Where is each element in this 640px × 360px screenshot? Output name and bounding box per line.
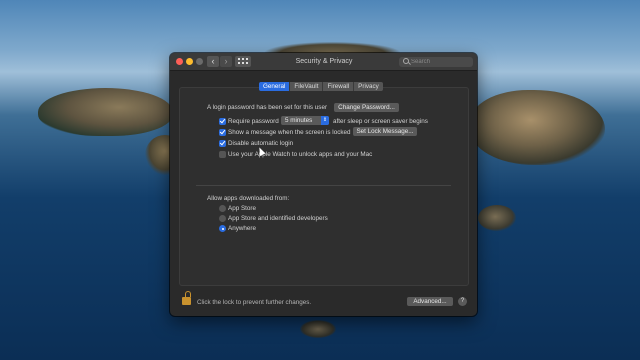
set-lock-message-button[interactable]: Set Lock Message... [353,127,417,136]
chevron-left-icon: ‹ [211,56,215,66]
disable-auto-login-checkbox[interactable] [219,140,226,147]
apple-watch-label: Use your Apple Watch to unlock apps and … [228,151,373,158]
wallpaper-island-left [38,88,173,136]
tab-bar: General FileVault Firewall Privacy [259,82,383,91]
security-privacy-window: ‹ › Security & Privacy General FileVault… [170,53,477,316]
radio-anywhere[interactable] [219,225,226,232]
require-password-value: 5 minutes [285,117,313,124]
window-title: Security & Privacy [295,58,353,65]
tab-general[interactable]: General [259,82,291,91]
change-password-button[interactable]: Change Password... [334,103,399,112]
minimize-window-button[interactable] [186,58,193,65]
forward-button[interactable]: › [220,56,232,67]
show-message-checkbox[interactable] [219,129,226,136]
tab-privacy[interactable]: Privacy [354,82,383,91]
close-window-button[interactable] [176,58,183,65]
apple-watch-checkbox[interactable] [219,151,226,158]
require-password-label: Require password [228,118,279,125]
tab-firewall[interactable]: Firewall [323,82,355,91]
zoom-window-button[interactable] [196,58,203,65]
show-message-label: Show a message when the screen is locked [228,129,351,136]
require-password-suffix: after sleep or screen saver begins [333,118,428,125]
allow-apps-heading: Allow apps downloaded from: [207,195,290,202]
show-all-button[interactable] [235,56,251,67]
tab-filevault[interactable]: FileVault [290,82,324,91]
help-button[interactable]: ? [458,297,467,306]
search-icon [403,58,409,64]
chevron-right-icon: › [224,56,228,66]
radio-app-store-label: App Store [228,205,257,212]
radio-app-store-identified[interactable] [219,215,226,222]
search-input[interactable] [411,57,469,67]
require-password-select[interactable]: 5 minutes ⇕ [281,116,329,125]
updown-chevron-icon: ⇕ [321,116,329,125]
section-divider [196,185,451,186]
require-password-checkbox[interactable] [219,118,226,125]
lock-icon[interactable] [182,291,191,305]
wallpaper-island-right [470,90,605,165]
radio-app-store[interactable] [219,205,226,212]
radio-app-store-identified-label: App Store and identified developers [228,215,328,222]
wallpaper-rock-bottom [300,320,336,338]
advanced-button[interactable]: Advanced... [407,297,453,306]
back-button[interactable]: ‹ [207,56,219,67]
wallpaper-rock [478,205,516,231]
lock-text: Click the lock to prevent further change… [197,299,312,306]
radio-anywhere-label: Anywhere [228,225,257,232]
login-password-text: A login password has been set for this u… [207,104,328,111]
title-bar: ‹ › Security & Privacy [170,53,477,71]
search-field[interactable] [399,57,473,67]
